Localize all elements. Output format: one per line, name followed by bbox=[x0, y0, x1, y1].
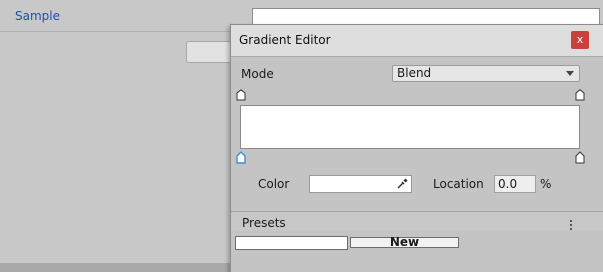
close-button[interactable]: x bbox=[571, 31, 589, 49]
vertical-dots-icon[interactable] bbox=[567, 219, 575, 233]
mode-selected-value: Blend bbox=[397, 66, 432, 80]
presets-header: Presets bbox=[231, 211, 603, 231]
window-titlebar[interactable]: Gradient Editor x bbox=[231, 25, 603, 57]
mode-label: Mode bbox=[241, 67, 274, 81]
location-input[interactable]: 0.0 bbox=[494, 175, 536, 193]
mode-dropdown[interactable]: Blend bbox=[392, 65, 580, 82]
gradient-editor-window: Gradient Editor x Mode Blend Color Locat… bbox=[230, 24, 603, 272]
color-stop-marker-icon[interactable] bbox=[575, 151, 585, 164]
sample-property-label: Sample bbox=[15, 9, 60, 23]
chevron-down-icon bbox=[566, 71, 574, 76]
new-preset-button[interactable]: New bbox=[350, 235, 459, 249]
new-button-label: New bbox=[389, 235, 420, 249]
window-title: Gradient Editor bbox=[239, 33, 331, 47]
color-swatch-field[interactable] bbox=[309, 175, 412, 193]
preset-swatch[interactable] bbox=[235, 236, 348, 250]
gradient-field[interactable] bbox=[252, 8, 600, 25]
percent-unit: % bbox=[540, 177, 552, 191]
presets-label: Presets bbox=[242, 216, 286, 230]
alpha-stop-marker-icon[interactable] bbox=[236, 89, 246, 101]
alpha-stop-marker-icon[interactable] bbox=[575, 89, 585, 101]
background-button[interactable] bbox=[186, 41, 236, 63]
color-stop-marker-icon[interactable] bbox=[236, 151, 246, 164]
location-label: Location bbox=[433, 177, 484, 191]
location-value: 0.0 bbox=[498, 177, 518, 191]
gradient-preview bbox=[240, 105, 580, 149]
color-label: Color bbox=[258, 177, 290, 191]
eyedropper-icon[interactable] bbox=[395, 177, 409, 191]
